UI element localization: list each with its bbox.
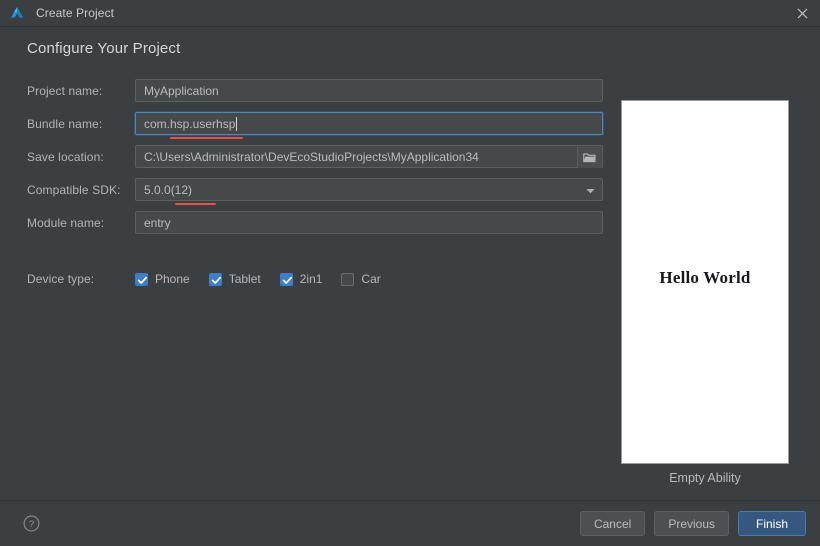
- checkbox-phone[interactable]: Phone: [135, 272, 190, 286]
- title-bar: Create Project: [0, 0, 820, 27]
- bundle-name-value: com.hsp.userhsp: [144, 116, 236, 131]
- preview-hello-world-text: Hello World: [659, 268, 751, 287]
- bundle-name-input[interactable]: com.hsp.userhsp: [135, 112, 603, 135]
- device-type-row: Device type: Phone Tablet 2in1 Car: [27, 272, 400, 286]
- create-project-dialog: Create Project Configure Your Project Pr…: [0, 0, 820, 546]
- text-caret: [236, 116, 238, 131]
- compatible-sdk-label: Compatible SDK:: [27, 182, 121, 197]
- svg-text:?: ?: [29, 519, 34, 530]
- save-location-label: Save location:: [27, 149, 104, 164]
- cancel-button[interactable]: Cancel: [579, 511, 646, 536]
- checkbox-car-box[interactable]: [341, 272, 355, 286]
- module-name-value: entry: [144, 215, 171, 230]
- row-project-name: Project name: MyApplication: [27, 74, 603, 107]
- footer-buttons: Cancel Previous Finish: [579, 511, 806, 536]
- row-bundle-name: Bundle name: com.hsp.userhsp: [27, 107, 603, 140]
- checkbox-car[interactable]: Car: [341, 272, 381, 286]
- project-form: Project name: MyApplication Bundle name:…: [27, 74, 603, 239]
- folder-icon[interactable]: [577, 147, 601, 168]
- bundle-name-error-underline: [170, 137, 243, 139]
- preview-caption: Empty Ability: [669, 471, 741, 485]
- device-type-label: Device type:: [27, 272, 95, 286]
- save-location-input[interactable]: C:\Users\Administrator\DevEcoStudioProje…: [135, 145, 603, 168]
- previous-button[interactable]: Previous: [654, 511, 729, 536]
- template-preview: Hello World: [621, 100, 789, 464]
- close-icon[interactable]: [784, 0, 820, 27]
- module-name-input[interactable]: entry: [135, 211, 603, 234]
- dialog-footer: ? Cancel Previous Finish: [0, 500, 820, 546]
- page-title: Configure Your Project: [27, 40, 181, 57]
- compatible-sdk-error-underline: [175, 203, 216, 205]
- checkbox-2in1[interactable]: 2in1: [279, 272, 323, 286]
- checkbox-tablet-label: Tablet: [228, 272, 261, 286]
- checkbox-2in1-label: 2in1: [299, 272, 323, 286]
- save-location-value: C:\Users\Administrator\DevEcoStudioProje…: [144, 149, 479, 164]
- row-save-location: Save location: C:\Users\Administrator\De…: [27, 140, 603, 173]
- window-title: Create Project: [36, 6, 115, 20]
- checkbox-phone-label: Phone: [155, 272, 190, 286]
- project-name-input[interactable]: MyApplication: [135, 79, 603, 102]
- finish-button[interactable]: Finish: [738, 511, 806, 536]
- module-name-label: Module name:: [27, 215, 105, 230]
- row-compatible-sdk: Compatible SDK: 5.0.0(12): [27, 173, 603, 206]
- checkbox-car-label: Car: [361, 272, 381, 286]
- compatible-sdk-combobox[interactable]: 5.0.0(12): [135, 178, 603, 201]
- checkbox-tablet-box[interactable]: [208, 272, 222, 286]
- help-circle-icon[interactable]: ?: [23, 515, 40, 532]
- project-name-label: Project name:: [27, 83, 103, 98]
- checkbox-2in1-box[interactable]: [279, 272, 293, 286]
- checkbox-tablet[interactable]: Tablet: [208, 272, 261, 286]
- dialog-content: Configure Your Project Project name: MyA…: [0, 27, 820, 500]
- compatible-sdk-value: 5.0.0(12): [144, 182, 193, 197]
- row-module-name: Module name: entry: [27, 206, 603, 239]
- chevron-down-icon[interactable]: [579, 180, 601, 201]
- bundle-name-label: Bundle name:: [27, 116, 103, 131]
- deveco-logo-icon: [9, 5, 25, 21]
- project-name-value: MyApplication: [144, 83, 219, 98]
- checkbox-phone-box[interactable]: [135, 272, 148, 286]
